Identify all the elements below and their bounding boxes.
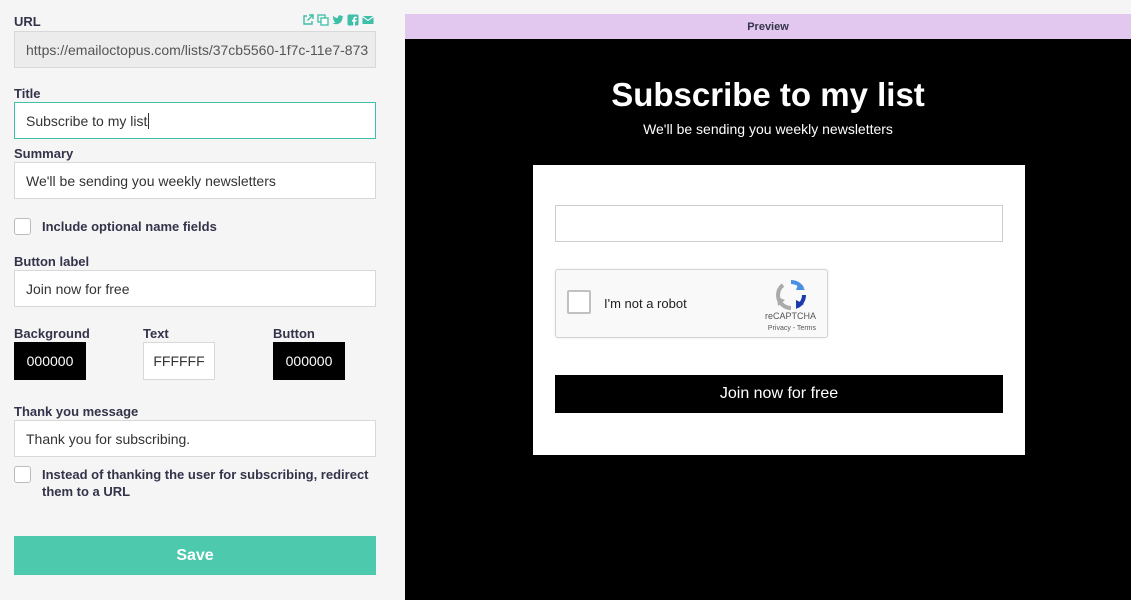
preview-panel: Preview Subscribe to my list We'll be se… — [405, 14, 1131, 600]
facebook-icon[interactable] — [347, 14, 359, 26]
button-label-field[interactable]: Join now for free — [14, 270, 376, 307]
name-fields-label: Include optional name fields — [42, 219, 217, 234]
copy-icon[interactable] — [317, 14, 329, 26]
text-color-label: Text — [143, 326, 169, 341]
share-icons — [302, 14, 374, 26]
summary-label: Summary — [14, 146, 74, 161]
twitter-icon[interactable] — [332, 14, 344, 26]
text-color-input[interactable]: FFFFFF — [143, 342, 215, 380]
title-field[interactable]: Subscribe to my list — [14, 102, 376, 139]
thank-you-label: Thank you message — [14, 404, 139, 419]
email-icon[interactable] — [362, 14, 374, 26]
recaptcha-links[interactable]: Privacy - Terms — [768, 325, 816, 332]
button-label-label: Button label — [14, 254, 90, 269]
preview-email-input[interactable] — [555, 205, 1003, 242]
title-label: Title — [14, 86, 41, 101]
save-button[interactable]: Save — [14, 536, 376, 575]
redirect-label: Instead of thanking the user for subscri… — [42, 467, 369, 499]
thank-you-field[interactable]: Thank you for subscribing. — [14, 420, 376, 457]
text-caret — [148, 112, 150, 129]
preview-form-card: I'm not a robot reCAPTCHA Privacy - Term… — [533, 165, 1025, 455]
recaptcha-logo-icon — [776, 279, 807, 310]
title-field-value: Subscribe to my list — [26, 112, 148, 129]
form-panel: URL https://emailoctopus.com/lists/37cb5… — [0, 0, 390, 600]
url-label: URL — [14, 14, 41, 29]
background-color-input[interactable]: 000000 — [14, 342, 86, 380]
summary-field[interactable]: We'll be sending you weekly newsletters — [14, 162, 376, 199]
panel-divider — [390, 0, 405, 600]
button-color-label: Button — [273, 326, 315, 341]
recaptcha-label: I'm not a robot — [604, 296, 687, 311]
preview-title: Subscribe to my list — [611, 76, 925, 113]
preview-bar: Preview — [405, 14, 1131, 39]
background-color-label: Background — [14, 326, 90, 341]
preview-summary: We'll be sending you weekly newsletters — [643, 121, 893, 137]
url-field[interactable]: https://emailoctopus.com/lists/37cb5560-… — [14, 31, 376, 68]
external-link-icon[interactable] — [302, 14, 314, 26]
redirect-checkbox[interactable] — [14, 466, 31, 483]
recaptcha-checkbox[interactable] — [567, 290, 591, 314]
recaptcha-widget: I'm not a robot reCAPTCHA Privacy - Term… — [555, 269, 828, 338]
preview-submit-button[interactable]: Join now for free — [555, 375, 1003, 413]
name-fields-checkbox[interactable] — [14, 218, 31, 235]
recaptcha-brand: reCAPTCHA — [764, 311, 816, 321]
button-color-input[interactable]: 000000 — [273, 342, 345, 380]
